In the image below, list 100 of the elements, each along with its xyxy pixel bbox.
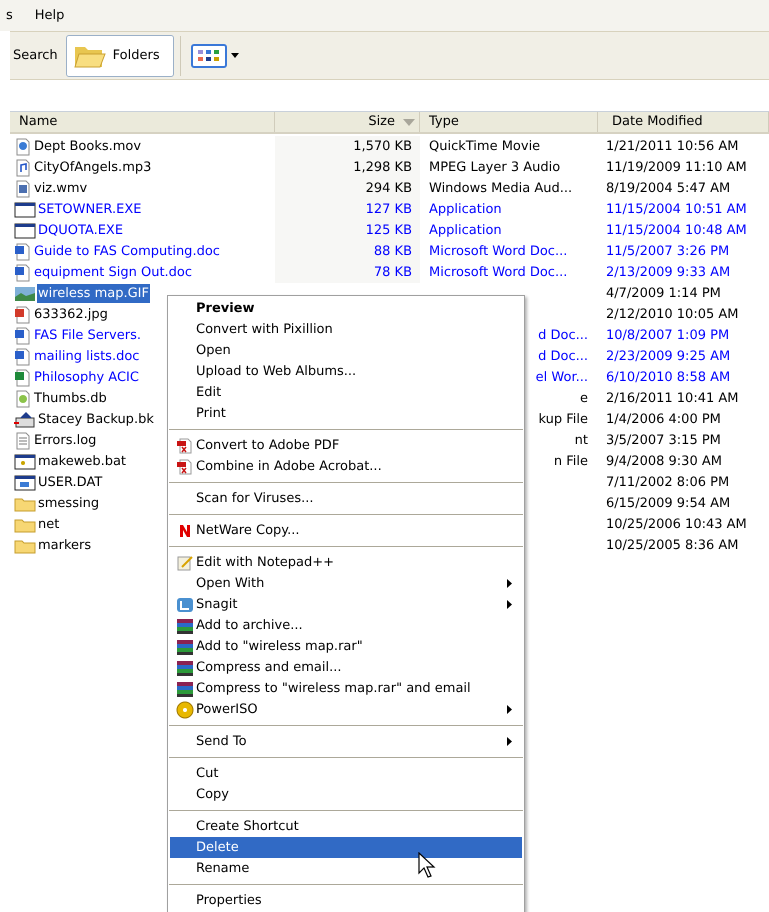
file-name[interactable]: DQUOTA.EXE [37, 220, 124, 240]
file-name[interactable]: Guide to FAS Computing.doc [33, 242, 221, 262]
file-name[interactable]: SETOWNER.EXE [37, 200, 142, 220]
window-icon [14, 200, 36, 218]
file-name[interactable]: makeweb.bat [37, 452, 128, 472]
file-name[interactable]: markers [37, 536, 92, 556]
file-type: Microsoft Word Doc... [429, 242, 568, 261]
file-name[interactable]: 633362.jpg [33, 304, 109, 324]
file-size: 88 KB [374, 242, 412, 261]
file-size: 127 KB [366, 200, 412, 219]
menu-item[interactable]: Convert with Pixillion [170, 319, 522, 340]
menu-item[interactable]: Open With [170, 573, 522, 594]
search-button[interactable]: Search [10, 46, 61, 66]
menu-item[interactable]: Add to "wireless map.rar" [170, 636, 522, 657]
file-name[interactable]: Dept Books.mov [33, 136, 142, 156]
menu-item[interactable]: Create Shortcut [170, 816, 522, 837]
snagit-icon [176, 596, 194, 614]
date-modified: 4/7/2009 1:14 PM [606, 286, 721, 301]
menu-item[interactable]: Compress to "wireless map.rar" and email [170, 678, 522, 699]
file-name[interactable]: Errors.log [33, 430, 98, 450]
file-name[interactable]: smessing [37, 494, 100, 514]
pdf-icon [176, 436, 194, 454]
video-file-icon [14, 180, 32, 198]
menu-item[interactable]: Scan for Viruses... [170, 488, 522, 509]
image-file-icon [14, 306, 32, 324]
date-modified: 2/23/2009 9:25 AM [606, 348, 730, 364]
menu-item[interactable]: Copy [170, 784, 522, 805]
date-modified: 10/25/2005 8:36 AM [606, 538, 738, 553]
movie-file-icon [14, 138, 32, 156]
column-header-cell[interactable]: Type [420, 112, 598, 132]
menu-item[interactable]: Send To [170, 731, 522, 752]
column-header-cell[interactable]: Size [275, 112, 420, 132]
menu-item[interactable]: Add to archive... [170, 615, 522, 636]
file-name[interactable]: Stacey Backup.bk [37, 410, 155, 430]
menu-item[interactable]: Open [170, 340, 522, 361]
file-size: 78 KB [374, 264, 412, 282]
menu-item[interactable]: NetWare Copy... [170, 520, 522, 541]
file-type: Application [429, 200, 502, 219]
column-header-cell[interactable]: Name [10, 112, 275, 132]
menu-item[interactable]: Snagit [170, 594, 522, 615]
spreadsheet-icon [14, 368, 32, 386]
menu-item[interactable]: Print [170, 403, 522, 424]
books-stack-icon [176, 680, 194, 698]
file-name[interactable]: equipment Sign Out.doc [33, 262, 194, 282]
menu-item[interactable]: Rename [170, 858, 522, 879]
menu-item[interactable]: Edit [170, 382, 522, 403]
view-grid-icon [190, 44, 227, 68]
date-modified: 3/5/2007 3:15 PM [606, 432, 721, 448]
file-type: d Doc... [538, 348, 588, 366]
file-name[interactable]: Philosophy ACIC [33, 368, 140, 388]
menu-item[interactable]: Properties [170, 890, 522, 911]
menu-item[interactable]: Upload to Web Albums... [170, 361, 522, 382]
file-name[interactable]: CityOfAngels.mp3 [33, 158, 152, 178]
file-type: Microsoft Word Doc... [429, 264, 568, 282]
window-icon [14, 222, 36, 240]
file-name[interactable]: USER.DAT [37, 472, 104, 492]
column-header-cell[interactable]: Date Modified [598, 112, 769, 132]
menu-item[interactable]: PowerISO [170, 699, 522, 720]
menu-item[interactable]: Preview [170, 298, 522, 319]
menu-item[interactable]: Help [34, 6, 64, 26]
date-modified: 2/16/2011 10:41 AM [606, 390, 738, 406]
file-size: 294 KB [366, 180, 412, 198]
file-name[interactable]: wireless map.GIF [37, 284, 150, 304]
letter-n-icon [178, 522, 192, 538]
folders-button[interactable]: Folders [66, 34, 174, 76]
menu-item[interactable]: Convert to Adobe PDF [170, 435, 522, 456]
menu-item[interactable]: s [6, 6, 13, 26]
file-type: nt [574, 432, 588, 450]
word-document-icon [14, 264, 32, 282]
file-name[interactable]: Thumbs.db [33, 388, 108, 408]
file-type: el Wor... [536, 368, 588, 387]
menu-item[interactable]: Combine in Adobe Acrobat... [170, 456, 522, 477]
word-document-icon [14, 348, 32, 366]
menu-item[interactable]: Edit with Notepad++ [170, 552, 522, 573]
image-file-icon [14, 284, 36, 302]
date-modified: 2/12/2010 10:05 AM [606, 306, 738, 322]
date-modified: 6/15/2009 9:54 AM [606, 496, 730, 511]
date-modified: 9/4/2008 9:30 AM [606, 454, 722, 469]
file-type: d Doc... [538, 326, 588, 345]
date-modified: 2/13/2009 9:33 AM [606, 264, 730, 280]
music-file-icon [14, 158, 32, 176]
file-name[interactable]: FAS File Servers. [33, 326, 142, 346]
menu-item[interactable]: Compress and email... [170, 657, 522, 678]
file-size: 1,570 KB [353, 138, 412, 156]
file-type: QuickTime Movie [429, 138, 540, 156]
date-modified: 11/15/2004 10:48 AM [606, 222, 747, 238]
text-file-icon [14, 432, 32, 450]
books-stack-icon [176, 638, 194, 656]
file-name[interactable]: viz.wmv [33, 178, 88, 198]
submenu-arrow-icon [507, 579, 512, 588]
file-name[interactable]: net [37, 514, 60, 534]
file-type: e [580, 390, 588, 408]
views-button[interactable] [190, 44, 239, 68]
date-modified: 8/19/2004 5:47 AM [606, 180, 730, 196]
date-modified: 11/5/2007 3:26 PM [606, 244, 730, 259]
date-modified: 6/10/2010 8:58 AM [606, 370, 730, 385]
disc-icon [176, 700, 194, 718]
menu-item[interactable]: Cut [170, 763, 522, 784]
menu-item[interactable]: Delete [170, 837, 522, 858]
file-name[interactable]: mailing lists.doc [33, 346, 140, 366]
